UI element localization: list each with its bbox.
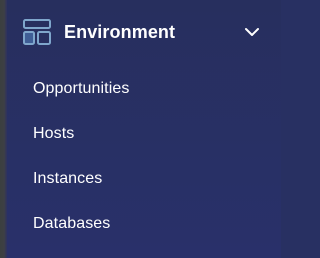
sidebar-item-opportunities[interactable]: Opportunities <box>7 66 281 111</box>
window-edge <box>0 0 7 258</box>
sidebar-item-label: Instances <box>33 170 103 187</box>
sidebar-item-databases[interactable]: Databases <box>7 201 281 246</box>
sidebar-item-label: Databases <box>33 215 111 232</box>
sidebar-item-label: Hosts <box>33 125 75 142</box>
sidebar-item-label: Opportunities <box>33 80 130 97</box>
sidebar-item-instances[interactable]: Instances <box>7 156 281 201</box>
layout-icon <box>23 19 51 45</box>
environment-section-toggle[interactable]: Environment <box>7 12 281 52</box>
chevron-down-icon[interactable] <box>244 25 260 39</box>
sidebar-nav: Environment Opportunities Hosts Instance… <box>7 0 281 258</box>
sidebar-item-hosts[interactable]: Hosts <box>7 111 281 156</box>
section-title: Environment <box>64 22 176 42</box>
section-items: Opportunities Hosts Instances Databases <box>7 66 281 246</box>
